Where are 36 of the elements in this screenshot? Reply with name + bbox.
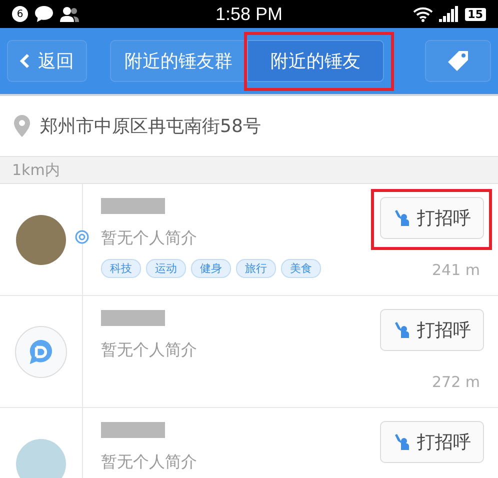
bio-text: 暂无个人简介 (101, 452, 198, 473)
signal-icon (438, 6, 459, 22)
battery-level: 15 (464, 8, 486, 20)
wifi-icon (412, 6, 433, 22)
interest-tag: 旅行 (236, 259, 276, 278)
blurred-name (101, 310, 165, 326)
notification-count: 6 (12, 6, 28, 22)
greet-button[interactable]: 打招呼 (380, 421, 484, 463)
waving-person-icon (393, 321, 411, 339)
waving-person-icon (393, 209, 411, 227)
chat-bubble-icon (27, 338, 55, 366)
waving-person-icon (393, 433, 411, 451)
interest-tag: 科技 (101, 259, 141, 278)
location-pin-icon (14, 115, 30, 137)
location-text: 郑州市中原区冉屯南街58号 (40, 115, 261, 138)
tag-button[interactable] (425, 40, 491, 82)
avatar-photo-placeholder (16, 438, 66, 478)
contacts-icon (60, 6, 80, 22)
section-header: 1km内 (0, 157, 498, 184)
blurred-name (101, 198, 165, 214)
status-time: 1:58 PM (215, 4, 283, 24)
chevron-left-icon (20, 53, 30, 69)
greet-button[interactable]: 打招呼 (380, 309, 484, 351)
chat-bubble-icon (34, 5, 54, 23)
distance-text: 241 m (432, 261, 480, 279)
interest-tag: 健身 (191, 259, 231, 278)
avatar-photo-placeholder (16, 214, 66, 264)
interest-tag: 美食 (281, 259, 321, 278)
tab[interactable]: 附近的锤友 (247, 40, 384, 82)
greet-button[interactable]: 打招呼 (380, 197, 484, 239)
distance-text: 272 m (432, 373, 480, 391)
bio-text: 暂无个人简介 (101, 340, 198, 361)
blurred-name (101, 422, 165, 438)
bio-text: 暂无个人简介 (101, 228, 198, 249)
tag-icon (446, 49, 470, 73)
interest-tag: 运动 (146, 259, 186, 278)
